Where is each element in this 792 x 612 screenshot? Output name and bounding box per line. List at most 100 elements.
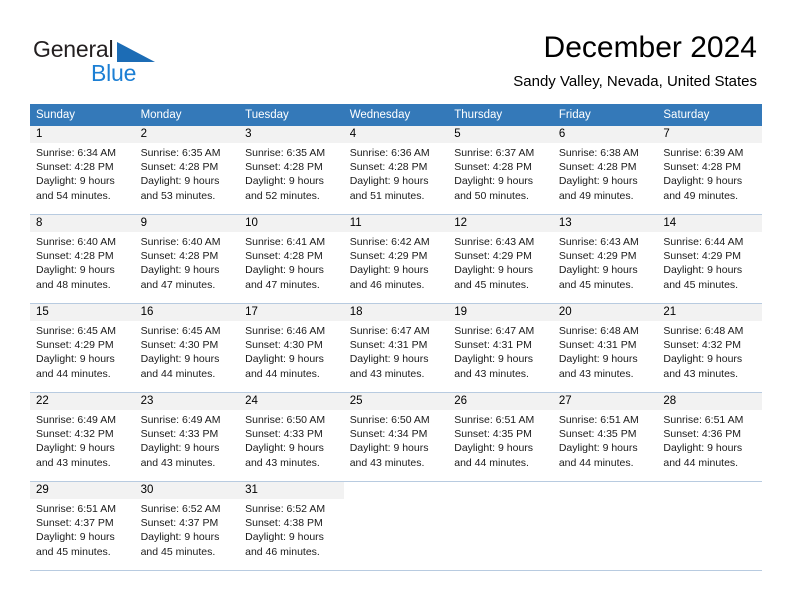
day-number: 5	[448, 126, 553, 143]
daylight-text-line2: and 51 minutes.	[349, 189, 425, 202]
day-cell-empty	[448, 481, 553, 571]
day-number: 19	[448, 304, 553, 321]
day-cell[interactable]: 9 Sunrise: 6:40 AM Sunset: 4:28 PM Daylight…	[134, 214, 240, 304]
day-cell[interactable]: 14 Sunrise: 6:44 AM Sunset: 4:29 PM Dayligh…	[657, 214, 762, 304]
daylight-text-line2: and 44 minutes.	[140, 367, 216, 380]
day-cell-empty	[657, 481, 762, 571]
day-cell[interactable]: 18 Sunrise: 6:47 AM Sunset: 4:31 PM Dayligh…	[343, 303, 449, 393]
day-cell[interactable]: 3 Sunrise: 6:35 AM Sunset: 4:28 PM Daylight…	[239, 126, 344, 215]
daylight-text-line1: Daylight: 9 hours	[140, 353, 220, 366]
daylight-text-line1: Daylight: 9 hours	[245, 442, 324, 455]
daylight-text-line1: Daylight: 9 hours	[36, 353, 115, 366]
day-cell[interactable]: 22 Sunrise: 6:49 AM Sunset: 4:32 PM Dayligh…	[30, 392, 135, 482]
day-number: 17	[239, 304, 344, 321]
sunrise-text: Sunrise: 6:45 AM	[36, 325, 116, 337]
daylight-text-line2: and 47 minutes.	[140, 278, 216, 291]
day-cell[interactable]: 2 Sunrise: 6:35 AM Sunset: 4:28 PM Daylight…	[134, 126, 240, 215]
calendar-body: 1 Sunrise: 6:34 AM Sunset: 4:28 PM Daylight…	[30, 126, 762, 571]
table-row: 8 Sunrise: 6:40 AM Sunset: 4:28 PM Daylight…	[30, 214, 762, 304]
sunrise-text: Sunrise: 6:43 AM	[454, 236, 535, 248]
day-number: 28	[657, 393, 762, 410]
day-cell[interactable]: 6 Sunrise: 6:38 AM Sunset: 4:28 PM Daylight…	[552, 126, 658, 215]
day-cell[interactable]: 7 Sunrise: 6:39 AM Sunset: 4:28 PM Daylight…	[657, 126, 762, 215]
logo-text-blue: Blue	[91, 60, 137, 86]
day-cell[interactable]: 8 Sunrise: 6:40 AM Sunset: 4:28 PM Daylight…	[30, 214, 135, 304]
day-cell[interactable]: 26 Sunrise: 6:51 AM Sunset: 4:35 PM Dayligh…	[448, 392, 553, 482]
sunrise-text: Sunrise: 6:34 AM	[36, 147, 116, 159]
day-cell[interactable]: 30 Sunrise: 6:52 AM Sunset: 4:37 PM Dayligh…	[134, 481, 240, 571]
daylight-text-line2: and 45 minutes.	[558, 278, 634, 291]
sunset-text: Sunset: 4:28 PM	[140, 161, 219, 174]
daylight-text-line1: Daylight: 9 hours	[140, 531, 220, 544]
daylight-text-line2: and 49 minutes.	[663, 189, 739, 202]
day-cell[interactable]: 19 Sunrise: 6:47 AM Sunset: 4:31 PM Dayligh…	[448, 303, 553, 393]
sunrise-text: Sunrise: 6:35 AM	[245, 147, 326, 159]
daylight-text-line1: Daylight: 9 hours	[454, 264, 534, 277]
day-cell[interactable]: 31 Sunrise: 6:52 AM Sunset: 4:38 PM Dayligh…	[239, 481, 344, 571]
day-cell[interactable]: 11 Sunrise: 6:42 AM Sunset: 4:29 PM Dayligh…	[343, 214, 449, 304]
daylight-text-line1: Daylight: 9 hours	[454, 175, 534, 188]
daylight-text-line2: and 44 minutes.	[663, 456, 739, 469]
sunset-text: Sunset: 4:29 PM	[663, 250, 742, 263]
day-number: 18	[343, 304, 449, 321]
sunset-text: Sunset: 4:32 PM	[663, 339, 742, 352]
daylight-text-line1: Daylight: 9 hours	[663, 175, 743, 188]
page-header: General Blue December 2024 Sandy Valley,…	[0, 0, 792, 100]
sunset-text: Sunset: 4:28 PM	[245, 250, 323, 263]
general-blue-logo[interactable]: General Blue	[33, 36, 213, 86]
sunrise-text: Sunrise: 6:51 AM	[558, 414, 639, 426]
daylight-text-line2: and 50 minutes.	[454, 189, 529, 202]
daylight-text-line1: Daylight: 9 hours	[349, 175, 429, 188]
daylight-text-line2: and 45 minutes.	[140, 545, 216, 558]
sunrise-text: Sunrise: 6:49 AM	[36, 414, 116, 426]
day-cell[interactable]: 15 Sunrise: 6:45 AM Sunset: 4:29 PM Dayligh…	[30, 303, 135, 393]
weekday-header-wednesday: Wednesday	[343, 104, 449, 126]
calendar-page: General Blue December 2024 Sandy Valley,…	[0, 0, 792, 612]
day-cell[interactable]: 21 Sunrise: 6:48 AM Sunset: 4:32 PM Dayligh…	[657, 303, 762, 393]
sunrise-text: Sunrise: 6:51 AM	[454, 414, 535, 426]
day-cell[interactable]: 12 Sunrise: 6:43 AM Sunset: 4:29 PM Dayligh…	[448, 214, 553, 304]
sunset-text: Sunset: 4:38 PM	[245, 517, 323, 530]
day-cell[interactable]: 5 Sunrise: 6:37 AM Sunset: 4:28 PM Daylight…	[448, 126, 553, 215]
day-number: 25	[343, 393, 449, 410]
day-cell[interactable]: 28 Sunrise: 6:51 AM Sunset: 4:36 PM Dayligh…	[657, 392, 762, 482]
day-number	[344, 482, 449, 499]
day-cell-empty	[343, 481, 449, 571]
day-cell[interactable]: 17 Sunrise: 6:46 AM Sunset: 4:30 PM Dayligh…	[239, 303, 344, 393]
day-cell[interactable]: 13 Sunrise: 6:43 AM Sunset: 4:29 PM Dayligh…	[552, 214, 658, 304]
day-cell[interactable]: 24 Sunrise: 6:50 AM Sunset: 4:33 PM Dayligh…	[239, 392, 344, 482]
day-cell[interactable]: 1 Sunrise: 6:34 AM Sunset: 4:28 PM Daylight…	[30, 126, 135, 215]
day-cell[interactable]: 10 Sunrise: 6:41 AM Sunset: 4:28 PM Dayligh…	[239, 214, 344, 304]
sunset-text: Sunset: 4:28 PM	[663, 161, 742, 174]
weekday-header-saturday: Saturday	[657, 104, 762, 126]
daylight-text-line2: and 44 minutes.	[36, 367, 111, 380]
daylight-text-line1: Daylight: 9 hours	[349, 442, 429, 455]
sunrise-text: Sunrise: 6:43 AM	[558, 236, 639, 248]
weekday-header-row: Sunday Monday Tuesday Wednesday Thursday…	[30, 104, 762, 126]
sunset-text: Sunset: 4:37 PM	[140, 517, 219, 530]
sunset-text: Sunset: 4:35 PM	[558, 428, 637, 441]
daylight-text-line1: Daylight: 9 hours	[36, 264, 115, 277]
day-number: 29	[30, 482, 135, 499]
day-number: 13	[552, 215, 658, 232]
day-cell[interactable]: 20 Sunrise: 6:48 AM Sunset: 4:31 PM Dayligh…	[552, 303, 658, 393]
weekday-header-tuesday: Tuesday	[239, 104, 344, 126]
sunrise-text: Sunrise: 6:40 AM	[36, 236, 116, 248]
day-cell[interactable]: 27 Sunrise: 6:51 AM Sunset: 4:35 PM Dayligh…	[552, 392, 658, 482]
daylight-text-line2: and 44 minutes.	[558, 456, 634, 469]
sunset-text: Sunset: 4:33 PM	[140, 428, 219, 441]
day-cell[interactable]: 16 Sunrise: 6:45 AM Sunset: 4:30 PM Dayligh…	[134, 303, 240, 393]
daylight-text-line1: Daylight: 9 hours	[140, 442, 220, 455]
day-cell[interactable]: 29 Sunrise: 6:51 AM Sunset: 4:37 PM Dayligh…	[30, 481, 135, 571]
daylight-text-line2: and 45 minutes.	[36, 545, 111, 558]
sunset-text: Sunset: 4:30 PM	[245, 339, 323, 352]
day-cell[interactable]: 23 Sunrise: 6:49 AM Sunset: 4:33 PM Dayligh…	[134, 392, 240, 482]
weekday-header-monday: Monday	[134, 104, 240, 126]
day-cell[interactable]: 25 Sunrise: 6:50 AM Sunset: 4:34 PM Dayligh…	[343, 392, 449, 482]
day-number: 31	[239, 482, 344, 499]
daylight-text-line2: and 43 minutes.	[663, 367, 739, 380]
day-cell[interactable]: 4 Sunrise: 6:36 AM Sunset: 4:28 PM Daylight…	[343, 126, 449, 215]
weekday-header-friday: Friday	[552, 104, 658, 126]
day-number: 21	[657, 304, 762, 321]
page-title: December 2024	[543, 31, 757, 64]
